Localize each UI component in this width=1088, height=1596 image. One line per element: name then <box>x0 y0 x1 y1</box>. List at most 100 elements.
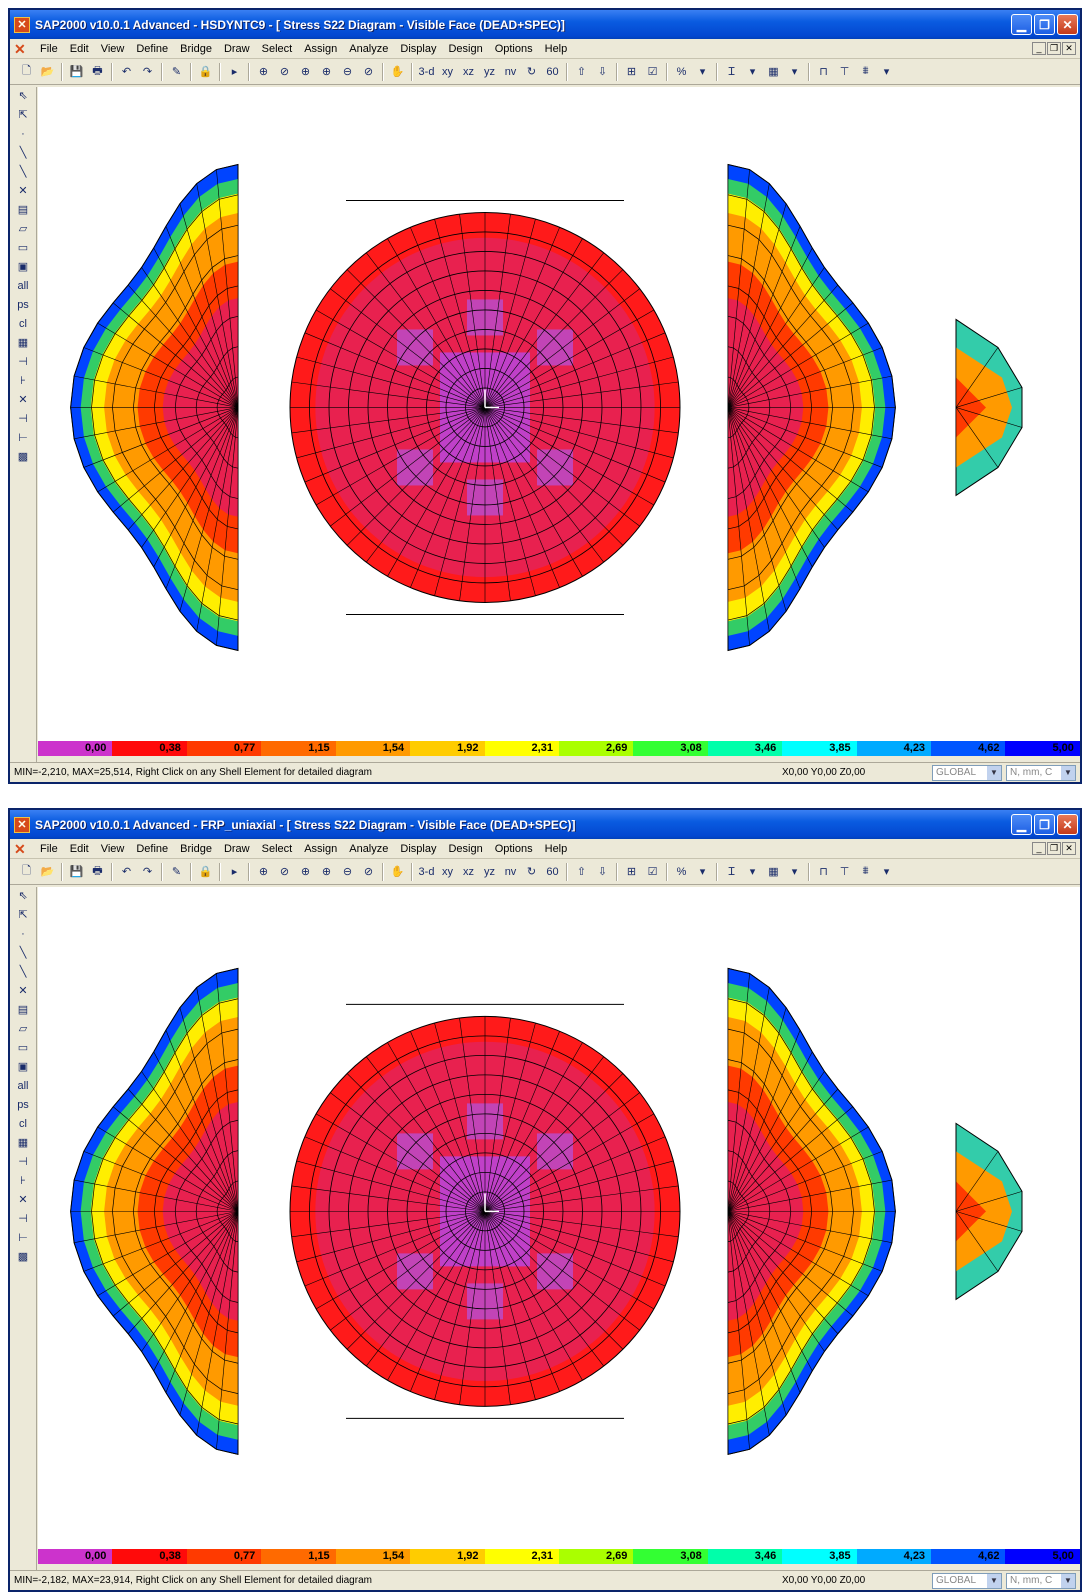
frame-loads-icon[interactable]: ⊤ <box>836 863 853 881</box>
minimize-icon[interactable]: _ <box>1032 42 1046 55</box>
snap-perp-icon[interactable]: ⊣ <box>10 1210 36 1229</box>
lock-icon[interactable]: 🔒 <box>197 63 214 81</box>
view-60-button[interactable]: 60 <box>544 63 561 81</box>
select-all-button[interactable]: all <box>10 277 36 296</box>
select-all-button[interactable]: all <box>10 1077 36 1096</box>
new-file-icon[interactable]: 🗋 <box>18 63 35 81</box>
print-icon[interactable]: 🖶 <box>89 863 106 881</box>
checkbox-icon[interactable]: ☑ <box>644 863 661 881</box>
pencil-icon[interactable]: ✎ <box>168 63 185 81</box>
menu-analyze[interactable]: Analyze <box>349 843 388 855</box>
menu-file[interactable]: File <box>40 843 58 855</box>
minimize-icon[interactable]: _ <box>1032 842 1046 855</box>
redo-icon[interactable]: ↷ <box>139 863 156 881</box>
menu-file[interactable]: File <box>40 43 58 55</box>
view-yz-button[interactable]: yz <box>481 63 498 81</box>
chevron-down-icon[interactable]: ▼ <box>987 1573 1001 1588</box>
rotate-icon[interactable]: ↻ <box>523 863 540 881</box>
zoom-window-icon[interactable]: ⊕ <box>255 863 272 881</box>
draw-brace-icon[interactable]: ✕ <box>10 182 36 201</box>
hand-icon[interactable]: ✋ <box>389 63 406 81</box>
restore-icon[interactable]: ❐ <box>1047 42 1061 55</box>
menu-help[interactable]: Help <box>545 843 568 855</box>
close-button[interactable]: ✕ <box>1057 814 1078 835</box>
pan-icon[interactable]: ⊘ <box>360 63 377 81</box>
run-icon[interactable]: ▸ <box>226 63 243 81</box>
menu-options[interactable]: Options <box>495 843 533 855</box>
checkbox-icon[interactable]: ☑ <box>644 63 661 81</box>
chevron-down-icon[interactable]: ▾ <box>786 63 803 81</box>
print-icon[interactable]: 🖶 <box>89 63 106 81</box>
menu-draw[interactable]: Draw <box>224 43 250 55</box>
minimize-button[interactable]: ▁ <box>1011 14 1032 35</box>
section-icon[interactable]: Ɪ <box>723 863 740 881</box>
menu-select[interactable]: Select <box>262 43 293 55</box>
undo-icon[interactable]: ↶ <box>118 63 135 81</box>
view-60-button[interactable]: 60 <box>544 863 561 881</box>
menu-bridge[interactable]: Bridge <box>180 843 212 855</box>
zoom-previous-icon[interactable]: ⊕ <box>297 63 314 81</box>
restore-icon[interactable]: ❐ <box>1047 842 1061 855</box>
menu-assign[interactable]: Assign <box>304 43 337 55</box>
zoom-in-icon[interactable]: ⊕ <box>318 863 335 881</box>
view-3d-button[interactable]: 3-d <box>418 863 435 881</box>
grid-icon[interactable]: ⊞ <box>623 63 640 81</box>
frame-icon[interactable]: ⊓ <box>815 863 832 881</box>
lock-icon[interactable]: 🔒 <box>197 863 214 881</box>
frame-loads-icon[interactable]: ⊤ <box>836 63 853 81</box>
draw-line-icon[interactable]: ╲ <box>10 944 36 963</box>
menu-options[interactable]: Options <box>495 43 533 55</box>
draw-brace-icon[interactable]: ✕ <box>10 982 36 1001</box>
menu-design[interactable]: Design <box>448 843 482 855</box>
chevron-down-icon[interactable]: ▾ <box>694 863 711 881</box>
menu-define[interactable]: Define <box>136 43 168 55</box>
sap2000-icon[interactable]: ✕ <box>14 841 30 857</box>
down-arrow-icon[interactable]: ⇩ <box>594 63 611 81</box>
snap-grid-icon[interactable]: ▩ <box>10 1248 36 1267</box>
zoom-out-icon[interactable]: ⊖ <box>339 63 356 81</box>
snap-intersect-icon[interactable]: ✕ <box>10 1191 36 1210</box>
stress-contour-view[interactable] <box>38 87 1082 741</box>
draw-link-icon[interactable]: ▤ <box>10 201 36 220</box>
snap-midpoint-icon[interactable]: ⊣ <box>10 353 36 372</box>
draw-rect-icon[interactable]: ▭ <box>10 1039 36 1058</box>
zoom-window-icon[interactable]: ⊕ <box>255 63 272 81</box>
pencil-icon[interactable]: ✎ <box>168 863 185 881</box>
snap-line-icon[interactable]: ⊢ <box>10 429 36 448</box>
snap-end-icon[interactable]: ⊦ <box>10 1172 36 1191</box>
draw-point-icon[interactable]: · <box>10 925 36 944</box>
sap2000-icon[interactable]: ✕ <box>14 41 30 57</box>
units-select[interactable]: N, mm, C ▼ <box>1006 764 1076 781</box>
frame-icon[interactable]: ⊓ <box>815 63 832 81</box>
view-xy-button[interactable]: xy <box>439 63 456 81</box>
redo-icon[interactable]: ↷ <box>139 63 156 81</box>
draw-rect-icon[interactable]: ▭ <box>10 239 36 258</box>
view-xz-button[interactable]: xz <box>460 863 477 881</box>
chevron-down-icon[interactable]: ▼ <box>1061 765 1075 780</box>
snap-end-icon[interactable]: ⊦ <box>10 372 36 391</box>
percent-icon[interactable]: % <box>673 863 690 881</box>
menu-define[interactable]: Define <box>136 843 168 855</box>
menu-select[interactable]: Select <box>262 843 293 855</box>
reshaper-icon[interactable]: ⇱ <box>10 106 36 125</box>
open-folder-icon[interactable]: 📂 <box>39 63 56 81</box>
chevron-down-icon[interactable]: ▾ <box>878 863 895 881</box>
zoom-in-icon[interactable]: ⊕ <box>318 63 335 81</box>
snap-grid-icon[interactable]: ▩ <box>10 448 36 467</box>
coordinate-system-select[interactable]: GLOBAL ▼ <box>932 1572 1002 1589</box>
save-icon[interactable]: 💾 <box>68 63 85 81</box>
menu-assign[interactable]: Assign <box>304 843 337 855</box>
coordinate-system-select[interactable]: GLOBAL ▼ <box>932 764 1002 781</box>
close-icon[interactable]: ✕ <box>1062 42 1076 55</box>
shell-forces-icon[interactable]: ⩩ <box>857 863 874 881</box>
menu-edit[interactable]: Edit <box>70 843 89 855</box>
snap-intersect-icon[interactable]: ✕ <box>10 391 36 410</box>
view-xz-button[interactable]: xz <box>460 63 477 81</box>
view-yz-button[interactable]: yz <box>481 863 498 881</box>
chevron-down-icon[interactable]: ▾ <box>744 63 761 81</box>
maximize-button[interactable]: ❐ <box>1034 14 1055 35</box>
minimize-button[interactable]: ▁ <box>1011 814 1032 835</box>
reshaper-icon[interactable]: ⇱ <box>10 906 36 925</box>
save-icon[interactable]: 💾 <box>68 863 85 881</box>
intersect-icon[interactable]: ▦ <box>10 334 36 353</box>
